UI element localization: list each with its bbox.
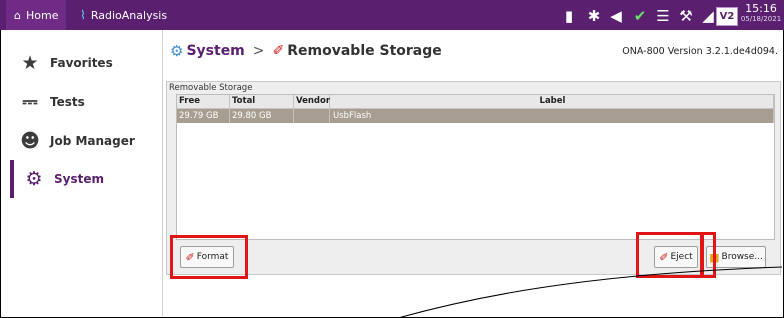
sidebar-item-job-manager[interactable]: ☻ Job Manager [10,122,160,160]
table-row[interactable]: 29.79 GB 29.80 GB UsbFlash [177,109,774,123]
cell-label: UsbFlash [330,109,774,123]
panel-title: Removable Storage [169,83,253,93]
radio-analysis-label: RadioAnalysis [90,8,168,22]
cell-total-capacity: 29.80 GB [230,109,294,123]
cell-free-space: 29.79 GB [177,109,230,123]
sidebar-item-tests[interactable]: ⎓ Tests [10,83,160,121]
home-icon: ⌂ [14,8,21,22]
star-icon: ★ [21,52,39,74]
sidebar-item-favorites[interactable]: ★ Favorites [10,44,160,82]
v2-badge[interactable]: V2 [716,7,738,26]
home-tab[interactable]: ⌂ Home [6,0,67,30]
radio-analysis-tab[interactable]: ⌇ RadioAnalysis [80,0,167,30]
sidebar: ★ Favorites ⎓ Tests ☻ Job Manager ⚙ Syst… [10,30,163,316]
bluetooth-icon[interactable]: ✱ [584,5,604,27]
network-icon[interactable]: ✔ [628,5,652,27]
tools-icon[interactable]: ⚒ [675,5,697,27]
clock-date: 05/18/2021 [740,15,782,23]
battery-icon[interactable]: ▮ [555,5,583,27]
sidebar-item-label: Favorites [50,56,113,70]
job-manager-icon: ☻ [20,130,40,152]
usb-stick-icon: ✐ [272,43,285,59]
sidebar-item-label: System [54,172,104,186]
sidebar-item-system[interactable]: ⚙ System [10,160,164,198]
cell-vendor [294,109,330,123]
home-label: Home [25,8,59,22]
signal-icon[interactable]: ◢ [698,5,718,27]
top-bar: ⌂ Home ⌇ RadioAnalysis ▮ ✱ ◀ ✔ ☰ ⚒ ◢ V2 … [0,0,784,30]
table-header: Free space Total capacity Vendor Label [177,95,774,119]
volume-icon[interactable]: ◀ [605,5,627,27]
waveform-icon: ⎓ [22,91,38,113]
pulse-icon: ⌇ [80,8,86,22]
breadcrumb: ⚙ System > ✐ Removable Storage [170,40,442,62]
browse-button-label: Browse... [721,252,763,262]
usb-icon[interactable]: ☰ [652,5,674,27]
breadcrumb-system[interactable]: System [186,43,244,59]
sidebar-item-label: Job Manager [50,134,135,148]
column-header-total-capacity[interactable]: Total capacity [230,95,294,119]
highlight-format [170,235,248,279]
highlight-browse [700,232,716,278]
clock-time: 15:16 [745,2,777,15]
page-title: Removable Storage [287,43,442,59]
sidebar-item-label: Tests [50,95,85,109]
column-header-free-space[interactable]: Free space [177,95,230,119]
column-header-vendor[interactable]: Vendor [294,95,330,108]
column-header-label[interactable]: Label [330,95,774,108]
system-gear-icon: ⚙ [170,42,184,60]
breadcrumb-separator: > [252,43,265,59]
highlight-eject [636,232,704,278]
storage-table: Free space Total capacity Vendor Label 2… [176,94,775,240]
version-label: ONA-800 Version 3.2.1.de4d094. [622,46,778,57]
clock: 15:16 05/18/2021 [740,2,782,28]
gear-icon: ⚙ [25,168,43,190]
